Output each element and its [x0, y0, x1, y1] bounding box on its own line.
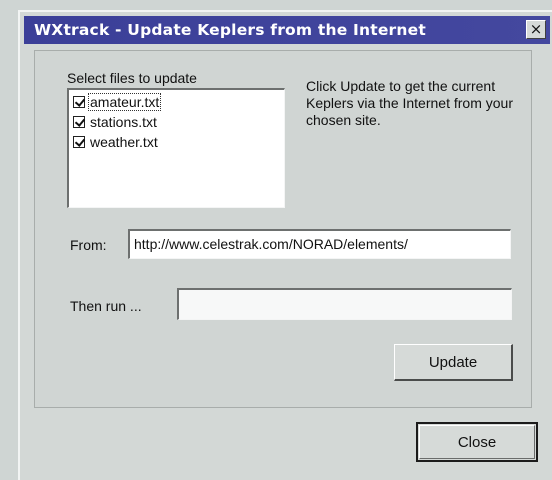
- checkbox-weather[interactable]: [73, 136, 85, 148]
- files-listbox[interactable]: amateur.txt stations.txt weather.txt: [67, 88, 285, 208]
- then-run-label: Then run ...: [70, 298, 142, 314]
- file-label-stations: stations.txt: [90, 114, 157, 130]
- update-button[interactable]: Update: [394, 344, 513, 381]
- title-bar[interactable]: WXtrack - Update Keplers from the Intern…: [24, 16, 550, 44]
- title-close-button[interactable]: ×: [526, 20, 546, 39]
- window-title: WXtrack - Update Keplers from the Intern…: [34, 21, 426, 39]
- update-button-label: Update: [428, 353, 478, 371]
- checkbox-amateur[interactable]: [73, 96, 85, 108]
- select-files-label: Select files to update: [67, 70, 197, 86]
- then-run-field[interactable]: [177, 288, 512, 320]
- file-label-amateur: amateur.txt: [87, 93, 162, 111]
- close-button-face: Close: [419, 425, 535, 459]
- info-text: Click Update to get the current Keplers …: [306, 78, 513, 128]
- close-button-label: Close: [457, 433, 497, 451]
- from-label: From:: [70, 237, 107, 253]
- list-item-stations[interactable]: stations.txt: [73, 114, 158, 130]
- list-item-amateur[interactable]: amateur.txt: [73, 93, 162, 111]
- close-icon: ×: [529, 20, 543, 38]
- close-button[interactable]: Close: [416, 422, 538, 462]
- list-item-weather[interactable]: weather.txt: [73, 134, 159, 150]
- checkbox-stations[interactable]: [73, 116, 85, 128]
- from-url-field[interactable]: http://www.celestrak.com/NORAD/elements/: [128, 229, 511, 259]
- file-label-weather: weather.txt: [90, 134, 158, 150]
